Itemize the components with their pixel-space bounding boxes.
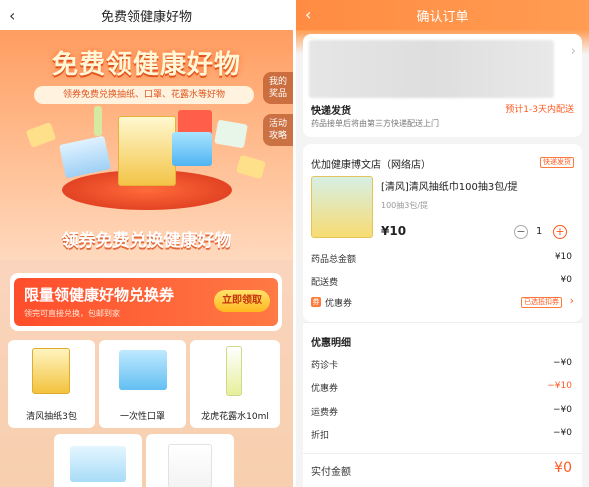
divider [303,322,582,323]
shipping-label: 快递发货 [311,106,351,117]
shipping-note: 药品接单后将由第三方快递配送上门 [311,119,439,128]
detail-value: −¥10 [547,381,572,391]
express-tag: 快递发货 [540,157,574,168]
my-prizes-tab[interactable]: 我的奖品 [263,72,293,104]
address-blurred [309,40,554,98]
product-name: 清风抽纸3包 [26,412,77,422]
mask-image [119,350,167,390]
summary-value: ¥0 [560,275,572,285]
coupon-icon: 券 [311,297,321,307]
product-card[interactable] [146,434,234,487]
product-box-image [214,119,248,149]
left-screen: ‹ 免费领健康好物 免费领健康好物 领券免费兑换抽纸、口罩、花露水等好物 我的奖… [0,0,293,487]
product-card[interactable]: 清风抽纸3包 [8,340,95,428]
tissue-stack-image [118,116,176,186]
minus-icon[interactable]: − [514,225,528,239]
detail-value: −¥0 [553,405,572,415]
discount-label: 优惠券 [325,299,353,309]
chevron-right-icon: › [570,44,576,59]
tissue-image [32,348,70,394]
right-nav-bar: ‹ 确认订单 [296,0,589,30]
coupon-title: 限量领健康好物兑换券 [24,286,175,304]
summary-label: 配送费 [311,278,339,288]
store-name: 优加健康博文店（网络店） [311,160,431,171]
item-spec: 100抽3包/提 [381,201,429,210]
store-card: 优加健康博文店（网络店） 快递发货 [清风]清风抽纸巾100抽3包/提 100抽… [303,144,582,322]
spray-bottle-image [94,106,102,136]
hero-title: 免费领健康好物 [51,50,241,80]
event-guide-tab[interactable]: 活动攻略 [263,114,293,146]
chevron-right-icon[interactable]: › [570,294,574,307]
divider [303,453,582,454]
product-thumbnail [311,176,373,238]
right-screen: ‹ 确认订单 › 快递发货 预计1-3天内配送 药品接单后将由第三方快递配送上门… [296,0,589,487]
discount-detail: 优惠明细 药诊卡 −¥0 优惠券 −¥10 运费券 −¥0 折扣 −¥0 实付金… [303,322,582,487]
summary-label: 药品总金额 [311,255,357,265]
claim-button[interactable]: 立即领取 [214,290,270,312]
hero-subtitle: 领券免费兑换抽纸、口罩、花露水等好物 [34,86,254,104]
product-card[interactable]: 一次性口罩 [99,340,186,428]
coupon-inner: 限量领健康好物兑换券 领完可直接兑换，包邮到家 立即领取 [14,278,278,326]
plus-icon[interactable]: + [553,225,567,239]
item-price: ¥10 [381,224,407,238]
chevron-left-icon[interactable]: ‹ [9,6,15,25]
coupon-graphic [236,154,266,180]
address-card[interactable]: › 快递发货 预计1-3天内配送 药品接单后将由第三方快递配送上门 [303,34,582,137]
page-title: 确认订单 [416,9,469,25]
left-nav-bar: ‹ 免费领健康好物 [0,0,293,30]
product-card[interactable]: 龙虎花露水10ml [190,340,280,428]
shipping-eta: 预计1-3天内配送 [505,105,574,115]
detail-label: 折扣 [311,431,330,441]
screen-divider [293,0,296,487]
product-card[interactable] [54,434,142,487]
detail-value: −¥0 [553,358,572,368]
detail-label: 运费券 [311,408,339,418]
quantity-value[interactable]: 1 [536,226,542,237]
detail-title: 优惠明细 [311,338,351,349]
summary-value: ¥10 [554,252,572,262]
wipes-image [70,446,126,482]
detail-label: 药诊卡 [311,361,339,371]
coupon-graphic [25,122,57,148]
chevron-left-icon[interactable]: ‹ [305,5,311,24]
spray-bottle-image [226,346,242,396]
screenshot: ‹ 免费领健康好物 免费领健康好物 领券免费兑换抽纸、口罩、花露水等好物 我的奖… [0,0,589,487]
detail-value: −¥0 [553,428,572,438]
item-title: [清风]清风抽纸巾100抽3包/提 [381,182,518,193]
bag-image [168,444,212,487]
section-banner: 领券免费兑换健康好物 [61,231,232,251]
product-name: 一次性口罩 [119,412,165,422]
detail-label: 优惠券 [311,384,339,394]
page-title: 免费领健康好物 [100,9,192,25]
coupon-subtitle: 领完可直接兑换，包邮到家 [24,309,120,318]
total-label: 实付金额 [311,467,351,478]
discount-tag[interactable]: 已选抵扣券 [521,297,562,308]
coupon-card: 限量领健康好物兑换券 领完可直接兑换，包邮到家 立即领取 [10,273,282,331]
total-value: ¥0 [554,460,572,476]
mask-image [172,132,212,166]
product-name: 龙虎花露水10ml [201,412,269,422]
